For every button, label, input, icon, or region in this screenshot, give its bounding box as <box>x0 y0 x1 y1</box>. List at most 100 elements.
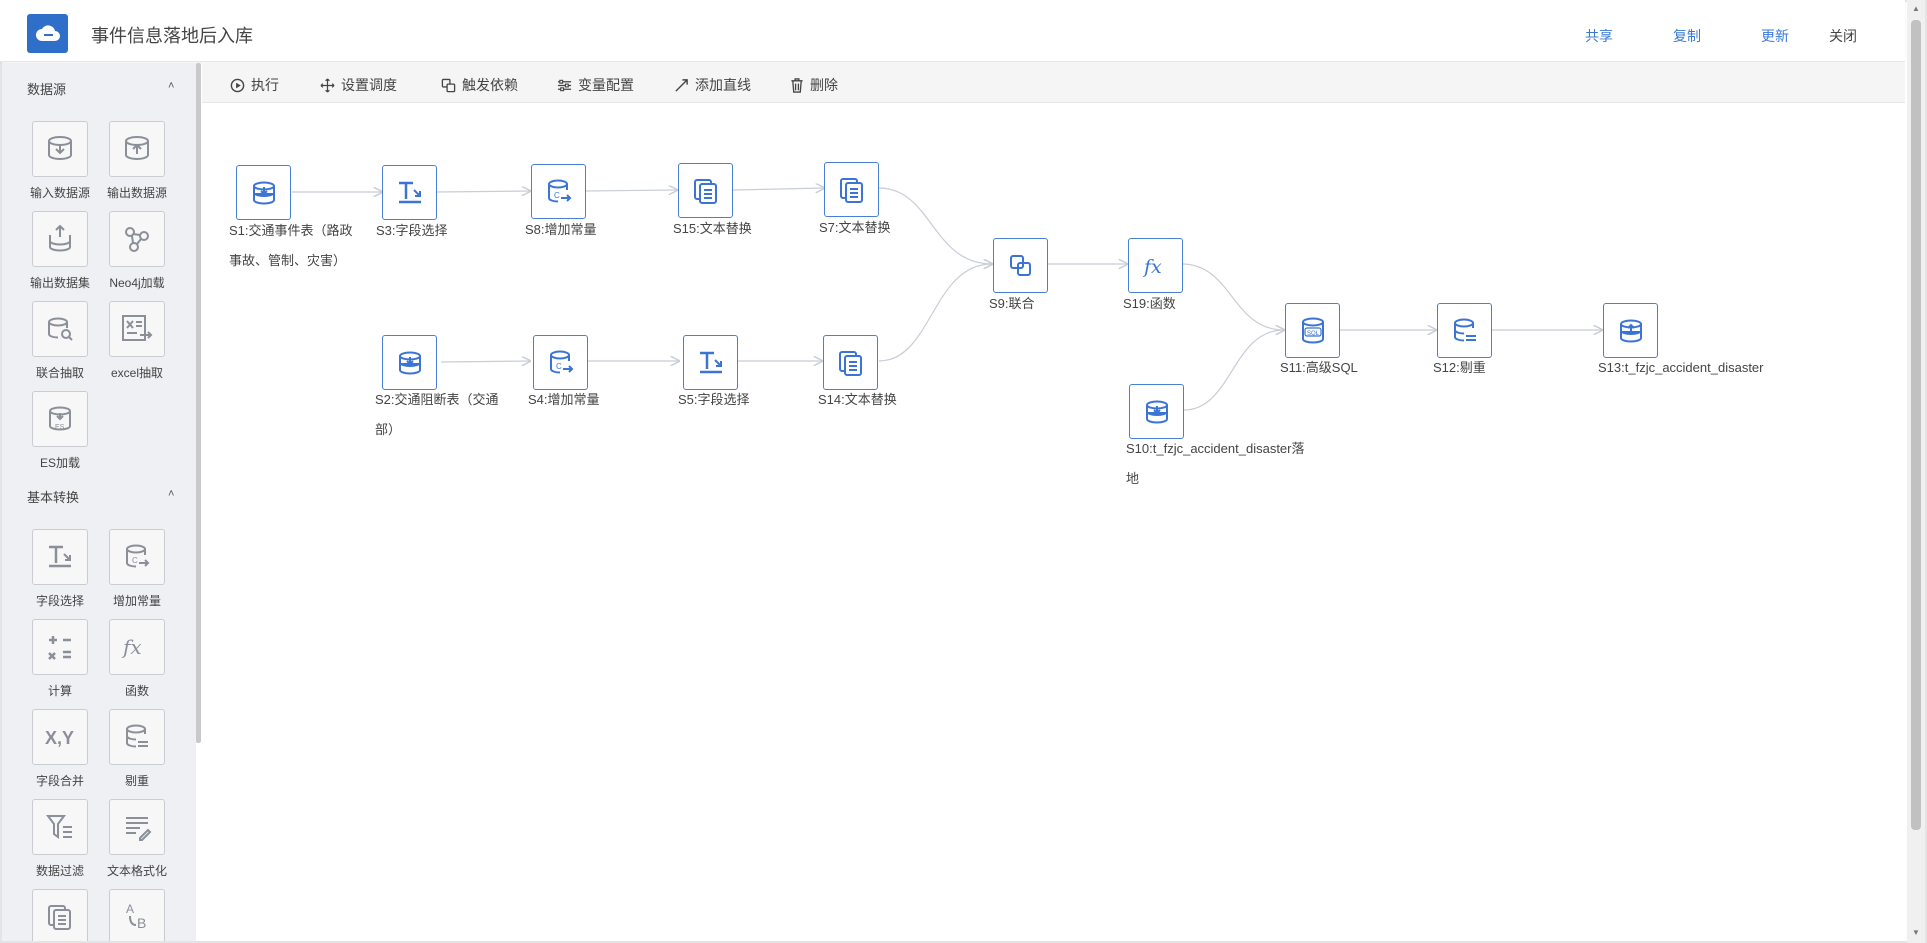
tool-excel-extract[interactable]: excel抽取 <box>102 301 172 381</box>
tool-es-load[interactable]: ES ES加载 <box>25 391 95 471</box>
canvas-toolbar: 执行 设置调度 触发依赖 变量配置 添加直线 删除 <box>202 63 1905 103</box>
svg-text:fx: fx <box>1142 256 1162 278</box>
tool-db-input[interactable]: 输入数据源 <box>25 121 95 201</box>
tool-text-format[interactable]: 文本格式化 <box>102 799 172 879</box>
tool-label: Neo4j加载 <box>109 276 165 290</box>
function-icon: fx <box>1142 256 1162 278</box>
node-label-s12: S12:剔重 <box>1433 360 1486 375</box>
node-label-s8: S8:增加常量 <box>525 222 597 237</box>
node-s1[interactable] <box>236 165 291 220</box>
node-s2[interactable] <box>382 335 437 390</box>
delete-button[interactable]: 删除 <box>790 75 838 95</box>
play-icon <box>230 78 245 92</box>
db-import-icon <box>32 121 88 177</box>
sliders-icon <box>557 79 572 91</box>
tool-copy[interactable] <box>25 889 95 941</box>
node-s4[interactable]: C <box>533 335 588 390</box>
flow-canvas[interactable]: S1:交通事件表（路政事故、管制、灾害） S3:字段选择 C S8:增加常量 S… <box>202 104 1905 941</box>
field-select-icon <box>699 351 722 373</box>
add-line-label: 添加直线 <box>695 77 751 93</box>
db-export-icon <box>109 121 165 177</box>
add-line-button[interactable]: 添加直线 <box>674 75 751 95</box>
execute-button[interactable]: 执行 <box>230 75 279 95</box>
graph-icon <box>109 211 165 267</box>
node-s10[interactable] <box>1129 384 1184 439</box>
union-icon <box>1009 254 1031 276</box>
tool-label: 输入数据源 <box>29 186 90 200</box>
node-s5[interactable] <box>683 335 738 390</box>
node-s9[interactable] <box>993 238 1048 293</box>
node-s3[interactable] <box>382 165 437 220</box>
tool-data-filter[interactable]: 数据过滤 <box>25 799 95 879</box>
tool-label: 输出数据集 <box>29 276 90 290</box>
delete-label: 删除 <box>810 77 838 93</box>
svg-text:ES: ES <box>55 424 65 431</box>
tool-calculate[interactable]: 计算 <box>25 619 95 699</box>
tool-label: 函数 <box>124 684 149 698</box>
trigger-label: 触发依赖 <box>462 77 518 93</box>
close-button[interactable]: 关闭 <box>1829 26 1857 46</box>
tool-db-output[interactable]: 输出数据源 <box>102 121 172 201</box>
node-label-s4: S4:增加常量 <box>528 392 600 407</box>
add-constant-icon: C <box>109 529 165 585</box>
db-search-icon <box>32 301 88 357</box>
calculator-icon <box>32 619 88 675</box>
tool-text-replace[interactable]: AB <box>102 889 172 941</box>
update-button[interactable]: 更新 <box>1761 26 1789 46</box>
trigger-dependency-button[interactable]: 触发依赖 <box>441 75 518 95</box>
node-s14[interactable] <box>823 335 878 390</box>
share-button[interactable]: 共享 <box>1585 26 1613 46</box>
node-label-s19: S19:函数 <box>1123 296 1176 311</box>
execute-label: 执行 <box>251 77 279 93</box>
node-label-s11: S11:高级SQL <box>1280 360 1358 375</box>
node-s11[interactable]: SQL <box>1285 303 1340 358</box>
tool-union-extract[interactable]: 联合抽取 <box>25 301 95 381</box>
tool-field-merge[interactable]: X,Y 字段合并 <box>25 709 95 789</box>
tool-function[interactable]: fx 函数 <box>102 619 172 699</box>
scroll-thumb[interactable] <box>1911 20 1921 830</box>
scroll-down-icon[interactable]: ▼ <box>1911 928 1921 938</box>
db-export-icon <box>1619 319 1642 343</box>
node-label-s2: S2:交通阻断表（交通部） <box>375 392 499 437</box>
db-import-icon <box>398 351 421 375</box>
collapse-datasource-icon[interactable]: ˄ <box>168 80 174 92</box>
tool-field-select[interactable]: 字段选择 <box>25 529 95 609</box>
tool-dedupe[interactable]: 剔重 <box>102 709 172 789</box>
tool-neo4j[interactable]: Neo4j加载 <box>102 211 172 291</box>
tool-palette: 数据源 ˄ 输入数据源 输出数据源 输出数据集 Neo4j加载 联合抽取 exc… <box>2 63 196 941</box>
node-s8[interactable]: C <box>531 164 586 219</box>
section-title-transform: 基本转换 <box>27 490 80 505</box>
field-select-icon <box>32 529 88 585</box>
scroll-up-icon[interactable]: ▲ <box>1911 4 1921 14</box>
copy-icon <box>693 178 717 204</box>
svg-text:C: C <box>556 362 562 371</box>
trash-icon <box>791 77 803 93</box>
node-label-s15: S15:文本替换 <box>673 221 752 236</box>
copy-icon <box>838 350 862 376</box>
diagonal-line-icon <box>675 78 688 92</box>
svg-text:A: A <box>126 902 134 916</box>
schedule-label: 设置调度 <box>341 77 397 93</box>
add-constant-icon: C <box>547 179 571 202</box>
sidebar-scrollbar[interactable] <box>196 63 201 743</box>
node-s15[interactable] <box>678 163 733 218</box>
node-label-s3: S3:字段选择 <box>376 223 448 238</box>
copy-icon <box>32 889 88 941</box>
tool-label: ES加载 <box>39 456 80 470</box>
tool-add-constant[interactable]: C 增加常量 <box>102 529 172 609</box>
sql-icon: SQL <box>1301 317 1324 344</box>
db-import-icon <box>1145 400 1168 424</box>
collapse-transform-icon[interactable]: ˄ <box>168 488 174 500</box>
node-label-s10: S10:t_fzjc_accident_disaster落地 <box>1126 441 1305 486</box>
node-label-s14: S14:文本替换 <box>818 392 897 407</box>
variable-config-button[interactable]: 变量配置 <box>557 75 634 95</box>
node-s12[interactable] <box>1437 303 1492 358</box>
node-label-s9: S9:联合 <box>989 296 1035 311</box>
schedule-button[interactable]: 设置调度 <box>320 75 397 95</box>
tool-dataset-output[interactable]: 输出数据集 <box>25 211 95 291</box>
node-s19[interactable]: fx <box>1128 238 1183 293</box>
copy-button[interactable]: 复制 <box>1673 26 1701 46</box>
node-s13[interactable] <box>1603 303 1658 358</box>
page-scrollbar[interactable]: ▲ ▼ <box>1907 0 1925 943</box>
node-s7[interactable] <box>824 162 879 217</box>
